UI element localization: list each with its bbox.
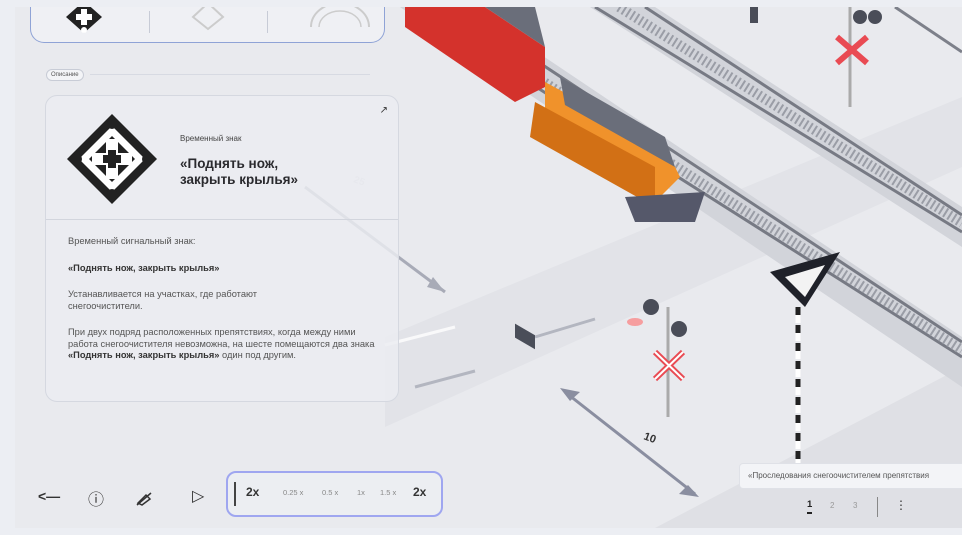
- page-3[interactable]: 3: [853, 501, 857, 510]
- speed-option-selected[interactable]: 2x: [413, 485, 426, 499]
- diamond-sign-icon[interactable]: [191, 7, 225, 31]
- diamond-checker-sign-icon[interactable]: [64, 7, 104, 35]
- app-frame: 10 25 Описание ↗: [15, 7, 962, 528]
- playback-toolbar: <— ⓘ ▷ 2x 0.25 x 0.5 x 1x 1.5 x 2x: [30, 471, 460, 528]
- sign-kind: Временный знак: [180, 134, 242, 143]
- hide-annotations-icon[interactable]: [136, 492, 152, 506]
- back-arrow-icon[interactable]: <—: [38, 488, 60, 504]
- description-para2-end: один под другим.: [219, 350, 297, 360]
- description-card: ↗ Временный знак «Поднять нож, закрыть к…: [45, 95, 399, 402]
- speed-option[interactable]: 0.5 x: [322, 488, 338, 497]
- sign-title: «Поднять нож, закрыть крылья»: [180, 156, 299, 187]
- description-para2-start: При двух подряд расположенных препятстви…: [68, 327, 375, 349]
- distance-label: 10: [642, 431, 658, 446]
- description-para1: Устанавливается на участках, где работаю…: [68, 289, 258, 311]
- speed-option[interactable]: 0.25 x: [283, 488, 303, 497]
- speed-option[interactable]: 1.5 x: [380, 488, 396, 497]
- speed-selector: 2x 0.25 x 0.5 x 1x 1.5 x 2x: [226, 471, 443, 517]
- description-sign-name: «Поднять нож, закрыть крылья»: [68, 263, 220, 273]
- left-panel: Описание ↗ Временный знак «Поднять нож, …: [30, 7, 443, 528]
- info-icon[interactable]: ⓘ: [88, 486, 104, 510]
- divider: [90, 74, 370, 75]
- sign-image: [67, 114, 157, 204]
- speed-option[interactable]: 1x: [357, 488, 365, 497]
- page-1[interactable]: 1: [807, 499, 813, 514]
- more-menu-icon[interactable]: ⋮: [895, 498, 907, 512]
- description-section-label: Описание: [46, 69, 84, 81]
- card-divider: [46, 219, 398, 220]
- description-intro: Временный сигнальный знак:: [68, 236, 196, 246]
- current-speed: 2x: [246, 485, 260, 499]
- description-para2-bold: «Поднять нож, закрыть крылья»: [68, 350, 220, 360]
- step-tooltip: «Проследования снегоочистителем препятст…: [739, 463, 962, 489]
- play-icon[interactable]: ▷: [192, 486, 204, 506]
- signs-carousel[interactable]: [30, 7, 385, 43]
- description-para2: При двух подряд расположенных препятстви…: [68, 327, 388, 362]
- page-2[interactable]: 2: [830, 501, 834, 510]
- external-arrow-icon[interactable]: ↗: [380, 105, 388, 116]
- pager-divider: [877, 497, 878, 517]
- snowplow-blade: [625, 192, 705, 222]
- semicircle-sign-icon[interactable]: [309, 7, 371, 29]
